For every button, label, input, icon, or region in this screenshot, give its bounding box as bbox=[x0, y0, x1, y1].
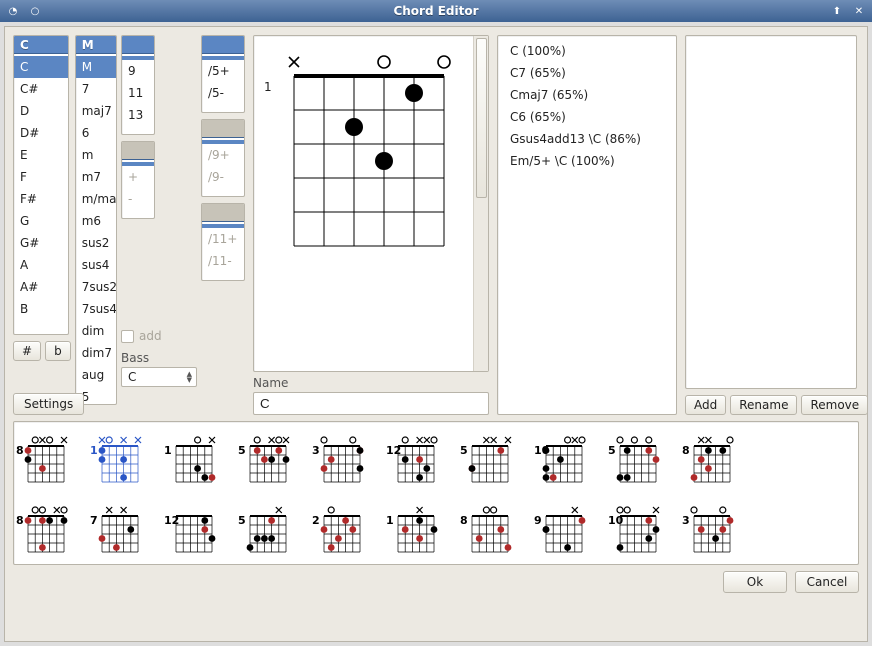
list-item[interactable]: 9 bbox=[122, 60, 154, 82]
fret-position: 1 bbox=[264, 80, 272, 94]
ext-e-list: /11+/11- bbox=[201, 203, 245, 281]
voicing-thumb[interactable]: 3 bbox=[690, 500, 734, 556]
voicing-gallery[interactable]: 811531251058 871252189103 bbox=[13, 421, 859, 565]
name-input[interactable] bbox=[253, 392, 489, 415]
match-item[interactable]: Em/5+ \C (100%) bbox=[504, 150, 674, 172]
list-item[interactable]: sus2 bbox=[76, 232, 116, 254]
list-item[interactable]: A bbox=[14, 254, 68, 276]
list-item[interactable]: 11 bbox=[122, 82, 154, 104]
voicing-thumb[interactable]: 12 bbox=[394, 430, 438, 486]
voicing-thumb[interactable]: 1 bbox=[98, 430, 142, 486]
list-item[interactable]: F# bbox=[14, 188, 68, 210]
list-item[interactable]: aug bbox=[76, 364, 116, 386]
voicing-thumb[interactable]: 5 bbox=[468, 430, 512, 486]
cancel-button[interactable]: Cancel bbox=[795, 571, 859, 593]
list-item[interactable]: 7sus4 bbox=[76, 298, 116, 320]
list-item[interactable]: G# bbox=[14, 232, 68, 254]
list-item: /9+ bbox=[202, 144, 244, 166]
voicing-thumb[interactable]: 10 bbox=[542, 430, 586, 486]
sharp-button[interactable]: # bbox=[13, 341, 41, 361]
voicing-thumb[interactable]: 8 bbox=[468, 500, 512, 556]
voicing-thumb[interactable]: 1 bbox=[172, 430, 216, 486]
list-item[interactable]: /5+ bbox=[202, 60, 244, 82]
window-menu-icon[interactable]: ◔ bbox=[6, 4, 20, 18]
list-item[interactable]: m/maj7 bbox=[76, 188, 116, 210]
voicing-thumb[interactable]: 9 bbox=[542, 500, 586, 556]
window-title: Chord Editor bbox=[50, 4, 822, 18]
root-list[interactable]: C CC#DD#EFF#GG#AA#B bbox=[13, 35, 69, 335]
list-item[interactable]: F bbox=[14, 166, 68, 188]
name-label: Name bbox=[253, 376, 489, 390]
list-item[interactable]: dim7 bbox=[76, 342, 116, 364]
ext-b-list[interactable]: /5+/5- bbox=[201, 35, 245, 113]
list-item[interactable]: C bbox=[14, 56, 68, 78]
match-item[interactable]: C6 (65%) bbox=[504, 106, 674, 128]
voicing-thumb[interactable]: 1 bbox=[394, 500, 438, 556]
voicing-thumb[interactable]: 5 bbox=[246, 500, 290, 556]
list-item[interactable]: maj7 bbox=[76, 100, 116, 122]
voicing-thumb[interactable]: 7 bbox=[98, 500, 142, 556]
ok-button[interactable]: Ok bbox=[723, 571, 787, 593]
remove-button[interactable]: Remove bbox=[801, 395, 868, 415]
list-item[interactable]: 7sus2 bbox=[76, 276, 116, 298]
list-item[interactable]: m7 bbox=[76, 166, 116, 188]
chevron-updown-icon: ▲▼ bbox=[187, 371, 192, 383]
maximize-icon[interactable]: ⬆ bbox=[830, 4, 844, 18]
list-item[interactable]: 13 bbox=[122, 104, 154, 126]
list-item: + bbox=[122, 166, 154, 188]
list-item[interactable]: A# bbox=[14, 276, 68, 298]
voicing-thumb[interactable]: 8 bbox=[24, 430, 68, 486]
chord-diagram[interactable]: 1 bbox=[253, 35, 489, 372]
diagram-scrollbar[interactable] bbox=[473, 36, 488, 371]
list-item[interactable]: 7 bbox=[76, 78, 116, 100]
quality-list[interactable]: M M7maj76mm7m/maj7m6sus2sus47sus27sus4di… bbox=[75, 35, 117, 405]
match-item[interactable]: Gsus4add13 \C (86%) bbox=[504, 128, 674, 150]
bass-label: Bass bbox=[121, 351, 197, 365]
bass-combo[interactable]: C ▲▼ bbox=[121, 367, 197, 387]
list-item[interactable]: m6 bbox=[76, 210, 116, 232]
rename-button[interactable]: Rename bbox=[730, 395, 797, 415]
list-item: /9- bbox=[202, 166, 244, 188]
add-label: add bbox=[139, 329, 162, 343]
list-item[interactable]: 6 bbox=[76, 122, 116, 144]
pin-icon[interactable]: ○ bbox=[28, 4, 42, 18]
list-item[interactable]: D# bbox=[14, 122, 68, 144]
list-item: /11- bbox=[202, 250, 244, 272]
voicing-thumb[interactable]: 10 bbox=[616, 500, 660, 556]
list-item[interactable]: M bbox=[76, 56, 116, 78]
ext-c-list: +- bbox=[121, 141, 155, 219]
voicing-thumb[interactable]: 12 bbox=[172, 500, 216, 556]
voicing-thumb[interactable]: 8 bbox=[690, 430, 734, 486]
list-item[interactable]: dim bbox=[76, 320, 116, 342]
list-item[interactable]: E bbox=[14, 144, 68, 166]
match-item[interactable]: Cmaj7 (65%) bbox=[504, 84, 674, 106]
ext-a-list[interactable]: 91113 bbox=[121, 35, 155, 135]
list-item[interactable]: sus4 bbox=[76, 254, 116, 276]
list-item[interactable]: G bbox=[14, 210, 68, 232]
voicing-thumb[interactable]: 5 bbox=[616, 430, 660, 486]
settings-button[interactable]: Settings bbox=[13, 393, 84, 415]
list-item[interactable]: /5- bbox=[202, 82, 244, 104]
add-button[interactable]: Add bbox=[685, 395, 726, 415]
match-item[interactable]: C7 (65%) bbox=[504, 62, 674, 84]
list-item[interactable]: B bbox=[14, 298, 68, 320]
list-item[interactable]: C# bbox=[14, 78, 68, 100]
voicing-thumb[interactable]: 8 bbox=[24, 500, 68, 556]
list-item: /11+ bbox=[202, 228, 244, 250]
voicing-thumb[interactable]: 3 bbox=[320, 430, 364, 486]
titlebar: ◔ ○ Chord Editor ⬆ ✕ bbox=[0, 0, 872, 22]
voicing-thumb[interactable]: 2 bbox=[320, 500, 364, 556]
list-item[interactable]: m bbox=[76, 144, 116, 166]
flat-button[interactable]: b bbox=[45, 341, 71, 361]
list-item[interactable]: D bbox=[14, 100, 68, 122]
list-item: - bbox=[122, 188, 154, 210]
ext-d-list: /9+/9- bbox=[201, 119, 245, 197]
voicing-thumb[interactable]: 5 bbox=[246, 430, 290, 486]
add-checkbox[interactable] bbox=[121, 330, 134, 343]
match-item[interactable]: C (100%) bbox=[504, 40, 674, 62]
close-icon[interactable]: ✕ bbox=[852, 4, 866, 18]
library-list[interactable] bbox=[685, 35, 857, 389]
match-list[interactable]: C (100%)C7 (65%)Cmaj7 (65%)C6 (65%)Gsus4… bbox=[497, 35, 677, 415]
